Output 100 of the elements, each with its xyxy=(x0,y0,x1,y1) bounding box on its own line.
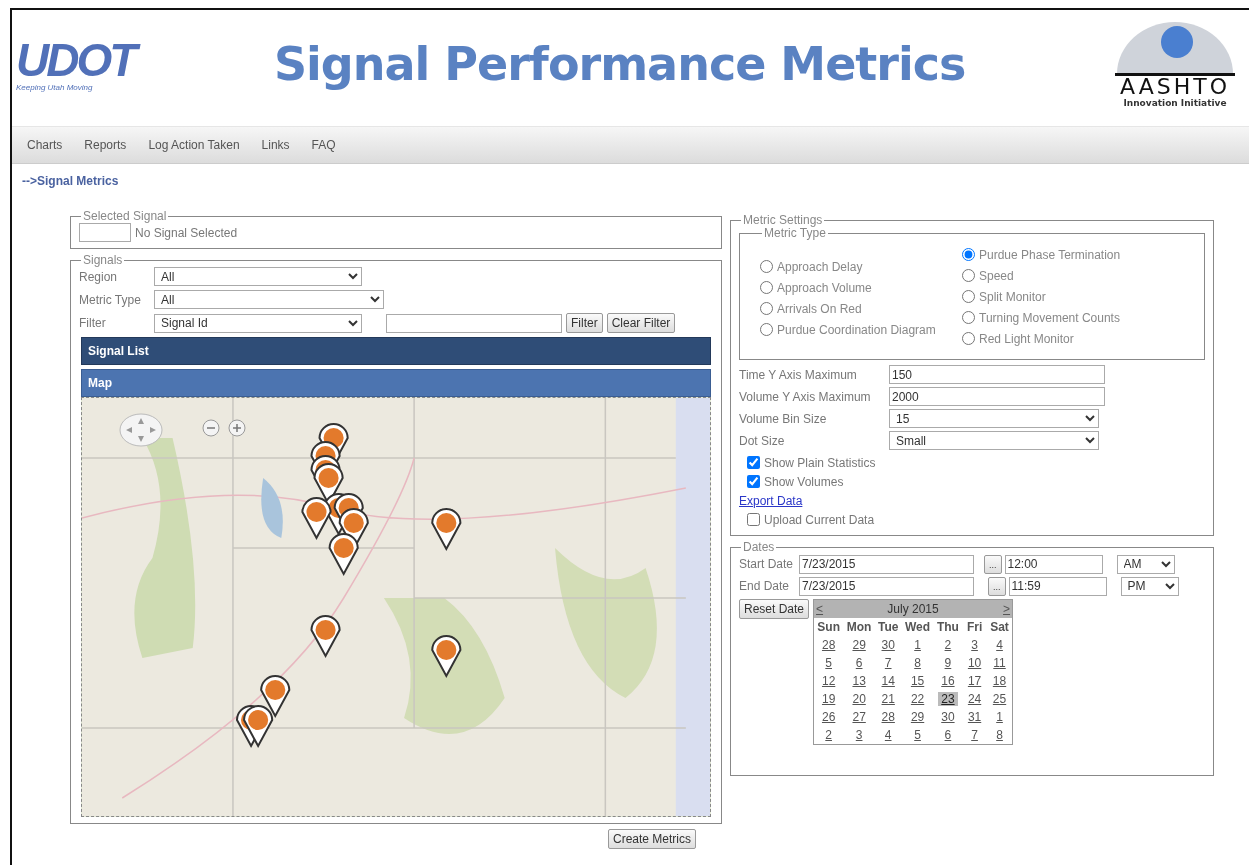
calendar-day[interactable]: 1 xyxy=(993,709,1006,724)
calendar-day[interactable]: 13 xyxy=(849,673,869,688)
calendar-day[interactable]: 18 xyxy=(989,673,1010,688)
radio-label: Arrivals On Red xyxy=(777,300,862,318)
dome-logo-icon xyxy=(1115,22,1235,76)
filter-button[interactable]: Filter xyxy=(566,313,603,334)
reset-date-button[interactable]: Reset Date xyxy=(739,598,810,619)
am-pm-dropdown[interactable]: AM xyxy=(1116,554,1175,574)
calendar-day[interactable]: 7 xyxy=(968,727,981,742)
calendar-day[interactable]: 11 xyxy=(990,655,1009,670)
calendar-day[interactable]: 29 xyxy=(907,709,928,724)
calendar-day[interactable]: 28 xyxy=(878,709,898,724)
calendar-day[interactable]: 2 xyxy=(822,727,835,742)
section-legend: Signals xyxy=(81,254,125,268)
map-pin-cluster-icon[interactable] xyxy=(301,423,369,576)
calendar-day[interactable]: 2 xyxy=(941,637,955,652)
radio-button[interactable] xyxy=(760,281,773,295)
calendar-day[interactable]: 31 xyxy=(964,709,985,724)
field-label: Region xyxy=(79,268,119,286)
map-pin-icon[interactable] xyxy=(310,615,341,658)
calendar-day[interactable]: 9 xyxy=(941,655,955,670)
calendar-day[interactable]: 7 xyxy=(881,655,895,670)
filter-button[interactable]: Clear Filter xyxy=(606,313,676,334)
calendar-day[interactable]: 19 xyxy=(818,691,839,706)
date-field[interactable]: 7/23/2015 xyxy=(799,554,974,574)
field-label: Start Date xyxy=(739,556,795,574)
checkbox[interactable] xyxy=(747,513,760,527)
nav-link[interactable]: Reports xyxy=(73,136,138,154)
filter-field[interactable] xyxy=(386,313,562,333)
calendar-day[interactable]: 26 xyxy=(818,709,839,724)
date-picker-button[interactable]: ... xyxy=(984,554,1002,574)
calendar-day[interactable]: 30 xyxy=(938,709,958,724)
calendar-day[interactable]: 16 xyxy=(938,673,958,688)
time-field[interactable]: 12:00 xyxy=(1004,554,1103,574)
calendar-day[interactable]: 1 xyxy=(911,637,924,652)
calendar-day[interactable]: 17 xyxy=(964,673,985,688)
calendar-day[interactable]: 12 xyxy=(818,673,839,688)
nav-link[interactable]: Links xyxy=(250,136,301,154)
map-pin-icon[interactable] xyxy=(431,508,462,551)
nav-link[interactable]: Charts xyxy=(16,136,74,154)
calendar-day[interactable]: 24 xyxy=(964,691,985,706)
calendar-day[interactable]: 6 xyxy=(852,655,866,670)
export-link[interactable]: Export Data xyxy=(739,491,803,510)
previous-month-link[interactable]: < xyxy=(816,599,824,618)
calendar-day[interactable]: 15 xyxy=(907,673,928,688)
calendar-day[interactable]: 28 xyxy=(818,637,839,652)
nav-link[interactable]: FAQ xyxy=(300,136,347,154)
time-field[interactable]: 11:59 xyxy=(1008,576,1107,596)
calendar-day[interactable]: 4 xyxy=(881,727,895,742)
radio-button[interactable] xyxy=(760,302,773,316)
calendar-day[interactable]: 8 xyxy=(911,655,924,670)
radio-button[interactable] xyxy=(962,332,975,346)
create-metrics-button[interactable]: Create Metrics xyxy=(607,829,696,850)
dropdown[interactable]: All xyxy=(154,267,362,287)
calendar-day[interactable]: 14 xyxy=(878,673,898,688)
radio-button[interactable] xyxy=(962,248,975,262)
calendar-day[interactable]: 27 xyxy=(849,709,869,724)
am-pm-dropdown[interactable]: PM xyxy=(1120,576,1179,596)
weekday-header: Wed xyxy=(904,618,932,636)
calendar-day[interactable]: 21 xyxy=(878,691,898,706)
logo-text: AASHTO xyxy=(1120,76,1230,98)
calendar-day[interactable]: 22 xyxy=(907,691,928,706)
nav-link[interactable]: Log Action Taken xyxy=(137,136,251,154)
calendar-day[interactable]: 23 xyxy=(938,691,958,706)
calendar-day[interactable]: 10 xyxy=(964,655,985,670)
dropdown[interactable]: Signal Id xyxy=(154,313,362,333)
radio-label: Approach Delay xyxy=(777,258,863,276)
dropdown[interactable]: 15 xyxy=(889,409,1099,429)
dropdown[interactable]: Small xyxy=(889,431,1099,451)
radio-button[interactable] xyxy=(760,260,773,274)
map-pin-icon[interactable] xyxy=(431,635,462,678)
date-picker-button[interactable]: ... xyxy=(988,576,1006,596)
breadcrumb-link[interactable]: -->Signal Metrics xyxy=(22,172,1249,190)
calendar-day[interactable]: 3 xyxy=(852,727,866,742)
calendar-day[interactable]: 30 xyxy=(878,637,898,652)
zoom-out-icon[interactable] xyxy=(202,419,220,437)
checkbox[interactable] xyxy=(747,456,760,470)
next-month-link[interactable]: > xyxy=(1003,599,1011,618)
calendar-day[interactable]: 5 xyxy=(822,655,835,670)
radio-button[interactable] xyxy=(962,311,975,325)
date-field[interactable]: 7/23/2015 xyxy=(799,576,974,596)
calendar-day[interactable]: 3 xyxy=(968,637,981,652)
signal-field[interactable] xyxy=(79,223,131,243)
calendar-day[interactable]: 25 xyxy=(989,691,1010,706)
calendar-day[interactable]: 29 xyxy=(849,637,869,652)
radio-button[interactable] xyxy=(760,323,773,337)
calendar-day[interactable]: 6 xyxy=(941,727,955,742)
radio-button[interactable] xyxy=(962,290,975,304)
map-pin-cluster-icon[interactable] xyxy=(236,705,274,748)
radio-button[interactable] xyxy=(962,269,975,283)
compass-icon[interactable] xyxy=(119,413,163,447)
calendar-day[interactable]: 5 xyxy=(911,727,924,742)
calendar-day[interactable]: 4 xyxy=(993,637,1006,652)
calendar-day[interactable]: 20 xyxy=(849,691,869,706)
dropdown[interactable]: All xyxy=(154,290,384,310)
checkbox[interactable] xyxy=(747,475,760,489)
text-field[interactable]: 2000 xyxy=(889,387,1105,407)
text-field[interactable]: 150 xyxy=(889,365,1105,385)
calendar-day[interactable]: 8 xyxy=(993,727,1006,742)
zoom-in-icon[interactable] xyxy=(228,419,246,437)
